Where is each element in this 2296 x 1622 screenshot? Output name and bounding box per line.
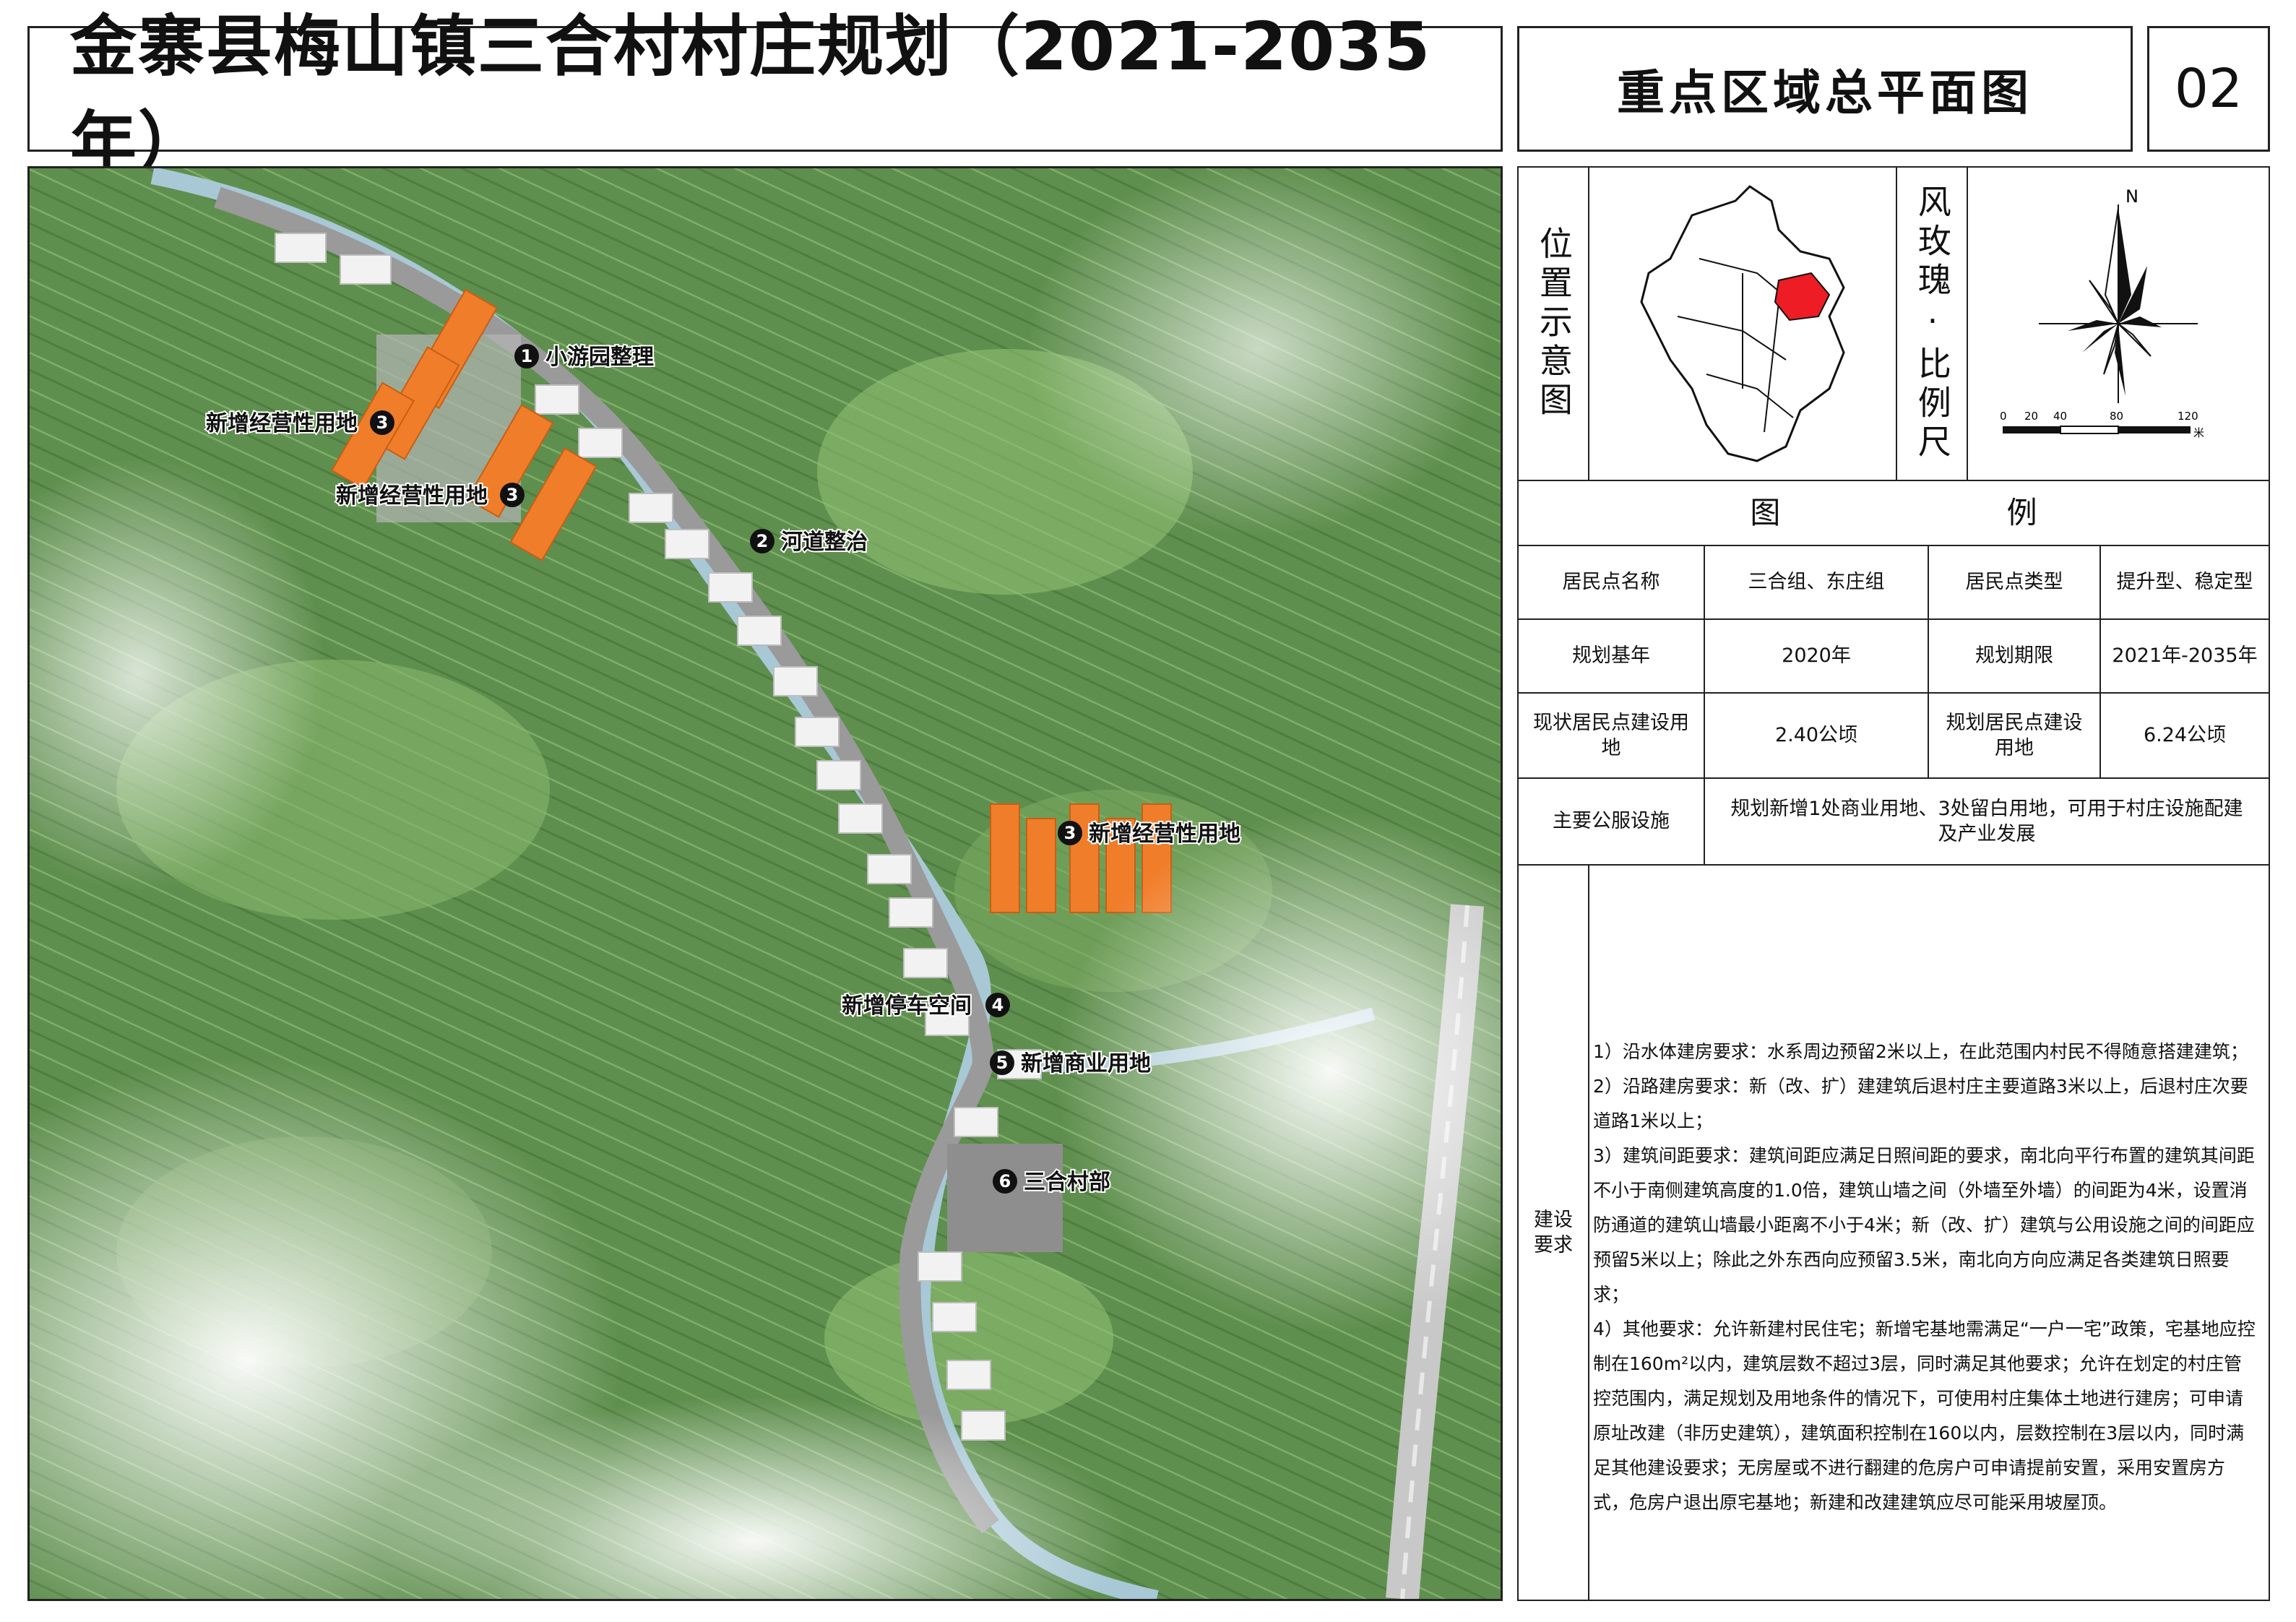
svg-text:三合村部: 三合村部 [1024,1170,1110,1195]
legend-key: 规划期限 [1928,618,2101,694]
legend-key: 主要公服设施 [1517,777,1705,866]
svg-text:3: 3 [506,485,519,505]
svg-text:3: 3 [1064,823,1076,843]
subtitle-box: 重点区域总平面图 [1517,26,2133,152]
svg-text:新增经营性用地: 新增经营性用地 [1089,821,1240,847]
compass-cell: N 0 20 40 80 120 米 [1967,166,2270,481]
north-label: N [2125,186,2139,207]
svg-text:3: 3 [376,413,389,433]
wind-rose-scale: N 0 20 40 80 120 米 [2000,186,2204,439]
village-hall-plaza [947,1144,1063,1252]
svg-text:4: 4 [992,995,1004,1015]
legend-key: 居民点类型 [1928,545,2101,620]
compass-label: 风玫瑰·比例尺 [1912,184,1952,463]
scale-tick: 120 [2178,410,2198,423]
legend-value: 2.40公顷 [1704,692,1929,779]
wind-rose-icon [2039,204,2198,403]
scale-tick: 0 [2000,410,2007,423]
map-label-6: 6 三合村部 [993,1168,1112,1196]
svg-text:2: 2 [756,531,769,551]
svg-text:新增停车空间: 新增停车空间 [842,993,972,1019]
legend-key: 现状居民点建设用地 [1517,692,1705,779]
legend-value: 提升型、稳定型 [2099,545,2270,620]
requirement-item: 2）沿路建房要求：新（改、扩）建建筑后退村庄主要道路3米以上，后退村庄次要道路1… [1593,1076,2248,1131]
legend-value: 三合组、东庄组 [1704,545,1929,620]
scale-tick: 80 [2110,410,2123,423]
legend-key: 规划居民点建设用地 [1928,692,2101,779]
svg-text:6: 6 [999,1171,1011,1191]
svg-text:1: 1 [521,346,533,366]
map-label-2: 2 河道整治 [750,528,869,556]
requirements-key: 建设要求 [1534,1208,1573,1256]
sheet-number-box: 02 [2147,26,2270,152]
svg-text:新增经营性用地: 新增经营性用地 [336,483,488,509]
requirement-item: 4）其他要求：允许新建村民住宅；新增宅基地需满足“一户一宅”政策，宅基地应控制在… [1593,1319,2256,1513]
scale-tick: 20 [2024,410,2038,423]
requirement-item: 1）沿水体建房要求：水系周边预留2米以上，在此范围内村民不得随意搭建建筑； [1593,1041,2248,1062]
site-plan-svg: 1 小游园整理 2 河道整治 新增经营性用地 3 新增经营性用地 3 3 新增经… [30,168,1501,1599]
svg-text:新增经营性用地: 新增经营性用地 [206,411,358,436]
svg-text:小游园整理: 小游园整理 [545,345,654,370]
sheet-number: 02 [2174,58,2243,120]
scale-tick: 40 [2053,410,2067,423]
svg-text:5: 5 [996,1053,1009,1073]
site-plan-map: 1 小游园整理 2 河道整治 新增经营性用地 3 新增经营性用地 3 3 新增经… [27,166,1503,1601]
public-facilities-value: 规划新增1处商业用地、3处留白用地，可用于村庄设施配建及产业发展 [1704,777,2270,866]
svg-text:新增商业用地: 新增商业用地 [1021,1051,1151,1077]
legend-value: 6.24公顷 [2099,692,2270,779]
location-label-cell: 位置示意图 [1517,166,1589,481]
requirements-text: 1）沿水体建房要求：水系周边预留2米以上，在此范围内村民不得随意搭建建筑； 2）… [1593,1035,2258,1520]
compass-label-cell: 风玫瑰·比例尺 [1896,166,1968,481]
page-subtitle: 重点区域总平面图 [1617,65,2033,121]
scale-bar: 0 20 40 80 120 米 [2000,410,2204,439]
county-location-map [1640,185,1845,462]
page-title: 金寨县梅山镇三合村村庄规划（2021-2035年） [70,8,1432,181]
title-box: 金寨县梅山镇三合村村庄规划（2021-2035年） [27,8,1503,181]
legend-value: 2020年 [1704,618,1929,694]
requirements-key-cell: 建设要求 [1517,864,1589,1601]
svg-text:河道整治: 河道整治 [781,530,868,555]
legend-header: 图 例 [1517,480,2270,546]
location-label: 位置示意图 [1534,226,1574,421]
legend-key: 居民点名称 [1517,545,1705,620]
legend-value: 2021年-2035年 [2099,618,2270,694]
legend-key: 规划基年 [1517,618,1705,694]
location-map-cell [1588,166,1897,481]
legend-title: 图 例 [1750,494,2146,530]
scale-unit: 米 [2193,426,2204,439]
requirement-item: 3）建筑间距要求：建筑间距应满足日照间距的要求，南北向平行布置的建筑其间距不小于… [1593,1145,2255,1305]
